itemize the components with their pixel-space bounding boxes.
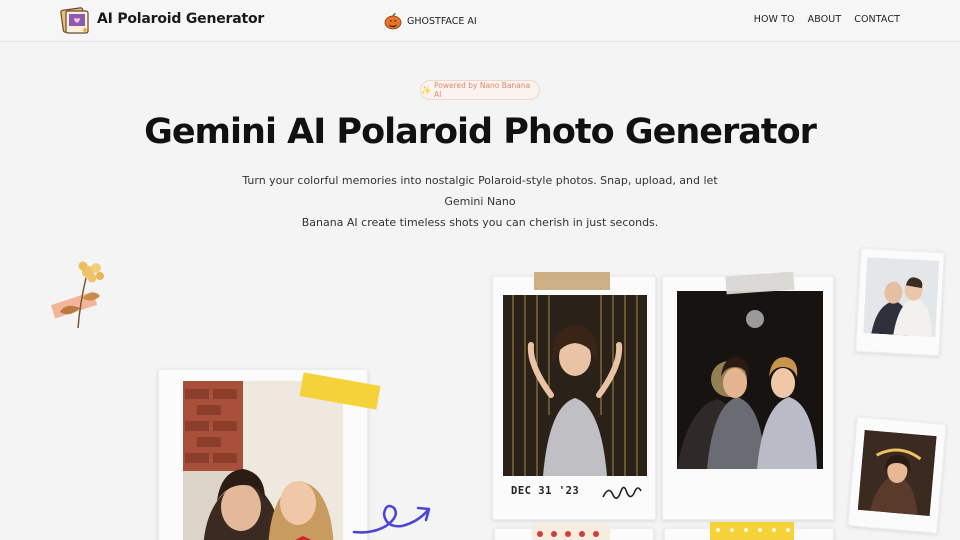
swirl-arrow-icon	[352, 504, 431, 534]
polaroid-stack-icon[interactable]	[60, 7, 90, 35]
main-nav: HOW TO ABOUT CONTACT	[754, 14, 900, 25]
polaroid-party-dancer: DEC 31 '23	[492, 276, 656, 520]
page-title: Gemini AI Polaroid Photo Generator	[144, 112, 817, 152]
photo-party-girl	[857, 430, 937, 516]
cherry-tape	[532, 524, 610, 540]
photo-caption-date: DEC 31 '23	[511, 485, 580, 497]
polaroid-couple	[855, 247, 945, 357]
grey-tape	[725, 271, 795, 295]
nav-contact[interactable]: CONTACT	[854, 14, 900, 25]
nav-how-to[interactable]: HOW TO	[754, 14, 795, 25]
group-illustration	[677, 291, 823, 469]
yellow-tape	[299, 372, 381, 410]
ghostface-label: GHOSTFACE AI	[407, 15, 477, 27]
photo-party-group	[677, 291, 823, 469]
sparkle-icon: ✨	[421, 85, 431, 95]
dancer-illustration	[503, 295, 647, 476]
nav-about[interactable]: ABOUT	[808, 14, 842, 25]
couple-illustration	[863, 257, 940, 337]
polaroid-party-group	[662, 276, 834, 520]
dried-flower-icon	[50, 261, 104, 329]
badge-text: Powered by Nano Banana AI	[433, 81, 531, 99]
dotted-yellow-tape	[710, 522, 794, 540]
logo-text[interactable]: AI Polaroid Generator	[97, 11, 264, 27]
polaroid-party-girl	[847, 416, 947, 534]
subtitle-line-1: Turn your colorful memories into nostalg…	[242, 174, 718, 208]
subtitle-line-2: Banana AI create timeless shots you can …	[301, 216, 659, 229]
powered-by-badge: ✨ Powered by Nano Banana AI	[420, 80, 540, 100]
site-header: AI Polaroid Generator GHOSTFACE AI HOW T…	[0, 0, 960, 42]
tan-tape	[534, 272, 610, 290]
page-subtitle: Turn your colorful memories into nostalg…	[230, 170, 730, 233]
party-girl-illustration	[857, 430, 937, 516]
signature-scribble	[602, 486, 642, 499]
photo-party-dancer	[503, 295, 647, 476]
ghostface-link[interactable]: GHOSTFACE AI	[384, 12, 477, 30]
photo-couple	[863, 257, 940, 337]
pumpkin-icon	[384, 12, 402, 30]
